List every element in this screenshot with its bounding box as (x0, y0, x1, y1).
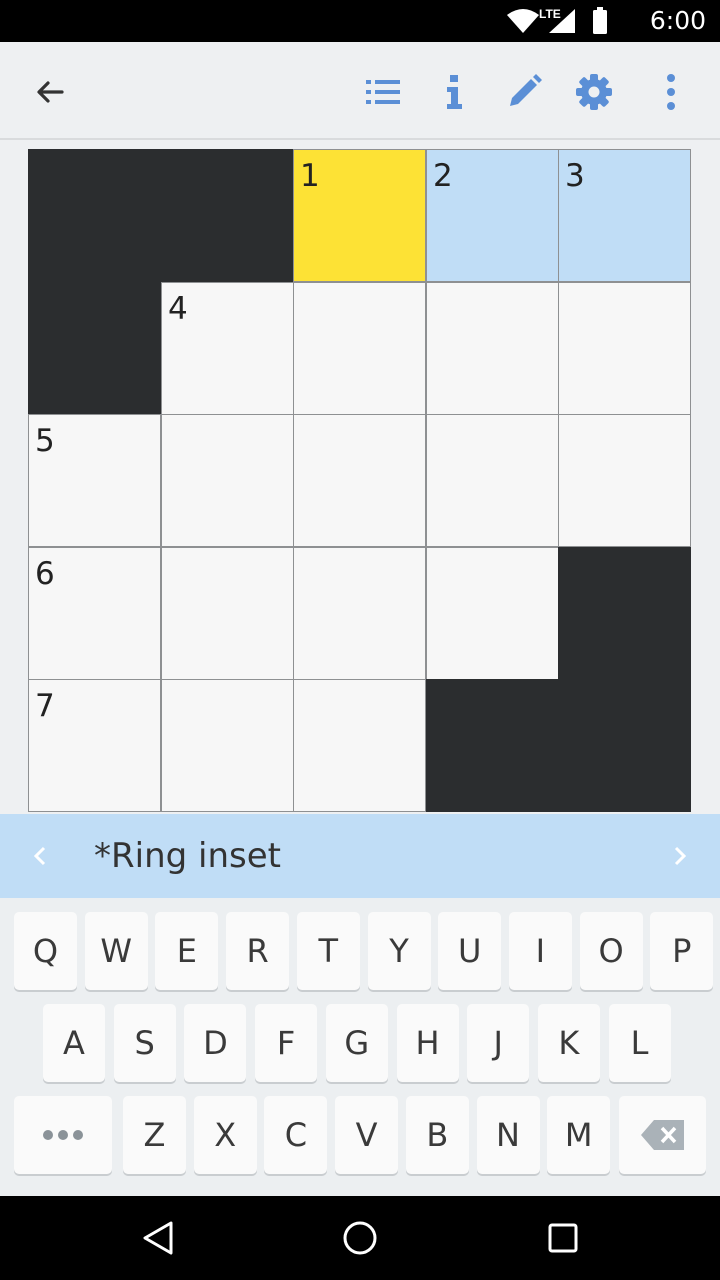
grid-cell[interactable] (161, 414, 294, 547)
clue-list-icon (366, 80, 400, 104)
key-k[interactable]: K (537, 1004, 600, 1082)
key-f[interactable]: F (255, 1004, 318, 1082)
key-m[interactable]: M (547, 1096, 611, 1174)
more-vert-icon (667, 74, 675, 110)
key-n[interactable]: N (476, 1096, 540, 1174)
grid-cell[interactable]: 4 (161, 282, 294, 415)
grid-cell[interactable] (293, 282, 426, 415)
black-cell (426, 679, 559, 812)
clue-number: 4 (168, 291, 188, 327)
key-i[interactable]: I (508, 912, 572, 990)
key-v[interactable]: V (335, 1096, 399, 1174)
key-x[interactable]: X (193, 1096, 257, 1174)
grid-cell[interactable] (558, 282, 691, 415)
nav-home-button[interactable] (334, 1212, 386, 1264)
edit-button[interactable] (498, 66, 550, 118)
backspace-key[interactable] (619, 1096, 706, 1174)
clue-number: 1 (300, 158, 320, 194)
key-w[interactable]: W (84, 912, 148, 990)
grid-cell[interactable]: 2 (426, 149, 559, 282)
grid-cell[interactable] (161, 547, 294, 680)
key-a[interactable]: A (43, 1004, 105, 1082)
grid-cell[interactable] (293, 414, 426, 547)
clue-number: 3 (565, 158, 585, 194)
grid-cell[interactable] (293, 547, 426, 680)
key-e[interactable]: E (155, 912, 219, 990)
info-icon (447, 75, 462, 109)
chevron-left-icon (33, 846, 46, 866)
back-triangle-icon (143, 1221, 173, 1255)
settings-gear-icon (576, 74, 612, 110)
clue-number: 2 (433, 158, 453, 194)
prev-clue-button[interactable] (18, 834, 62, 878)
more-options-button[interactable] (645, 66, 697, 118)
app-toolbar (0, 42, 720, 140)
grid-cell[interactable] (161, 679, 294, 812)
key-g[interactable]: G (325, 1004, 388, 1082)
chevron-right-icon (674, 846, 687, 866)
grid-cell[interactable]: 6 (28, 547, 161, 680)
clue-number: 6 (35, 556, 55, 592)
crossword-grid: 1 2 3 4 5 6 7 (28, 149, 691, 812)
grid-cell[interactable] (426, 547, 559, 680)
grid-cell[interactable] (426, 282, 559, 415)
key-r[interactable]: R (226, 912, 290, 990)
clue-bar: *Ring inset (0, 814, 720, 898)
key-d[interactable]: D (184, 1004, 247, 1082)
wifi-icon (507, 9, 539, 33)
key-y[interactable]: Y (367, 912, 431, 990)
clock-time: 6:00 (649, 6, 706, 35)
key-s[interactable]: S (113, 1004, 176, 1082)
black-cell (28, 282, 161, 415)
system-nav-bar (0, 1196, 720, 1280)
next-clue-button[interactable] (658, 834, 702, 878)
grid-cell[interactable] (558, 414, 691, 547)
more-dots-icon (43, 1130, 83, 1140)
grid-cell[interactable] (426, 414, 559, 547)
info-button[interactable] (428, 66, 480, 118)
key-o[interactable]: O (579, 912, 643, 990)
network-type-label: LTE (539, 7, 561, 21)
grid-cell[interactable]: 5 (28, 414, 161, 547)
key-u[interactable]: U (438, 912, 502, 990)
current-clue-text[interactable]: *Ring inset (94, 836, 281, 876)
status-icons: LTE (505, 6, 625, 41)
settings-button[interactable] (568, 66, 620, 118)
key-c[interactable]: C (264, 1096, 328, 1174)
nav-back-button[interactable] (132, 1212, 184, 1264)
key-j[interactable]: J (467, 1004, 530, 1082)
puzzle-area: 1 2 3 4 5 6 7 (0, 140, 720, 814)
grid-cell[interactable]: 7 (28, 679, 161, 812)
grid-cell[interactable]: 1 (293, 149, 426, 282)
black-cell (558, 679, 691, 812)
grid-cell[interactable] (293, 679, 426, 812)
pencil-icon (510, 74, 542, 106)
black-cell (28, 149, 161, 282)
key-h[interactable]: H (396, 1004, 459, 1082)
key-p[interactable]: P (650, 912, 714, 990)
recents-square-icon (548, 1223, 578, 1253)
clue-list-button[interactable] (357, 66, 409, 118)
nav-recents-button[interactable] (537, 1212, 589, 1264)
back-button[interactable] (24, 66, 76, 118)
backspace-icon (640, 1120, 684, 1150)
key-q[interactable]: Q (14, 912, 77, 990)
key-z[interactable]: Z (123, 1096, 186, 1174)
black-cell (558, 547, 691, 680)
black-cell (161, 149, 294, 282)
battery-icon (593, 7, 607, 34)
grid-cell[interactable]: 3 (558, 149, 691, 282)
key-l[interactable]: L (608, 1004, 671, 1082)
key-b[interactable]: B (405, 1096, 469, 1174)
back-arrow-icon (37, 81, 64, 103)
more-keys-button[interactable] (14, 1096, 112, 1174)
clue-number: 7 (35, 688, 55, 724)
home-circle-icon (343, 1221, 377, 1255)
status-bar: LTE 6:00 (0, 0, 720, 42)
clue-number: 5 (35, 423, 55, 459)
key-t[interactable]: T (296, 912, 360, 990)
keyboard: QWERTYUIOP ASDFGHJKL ZXCVBNM (0, 898, 720, 1196)
